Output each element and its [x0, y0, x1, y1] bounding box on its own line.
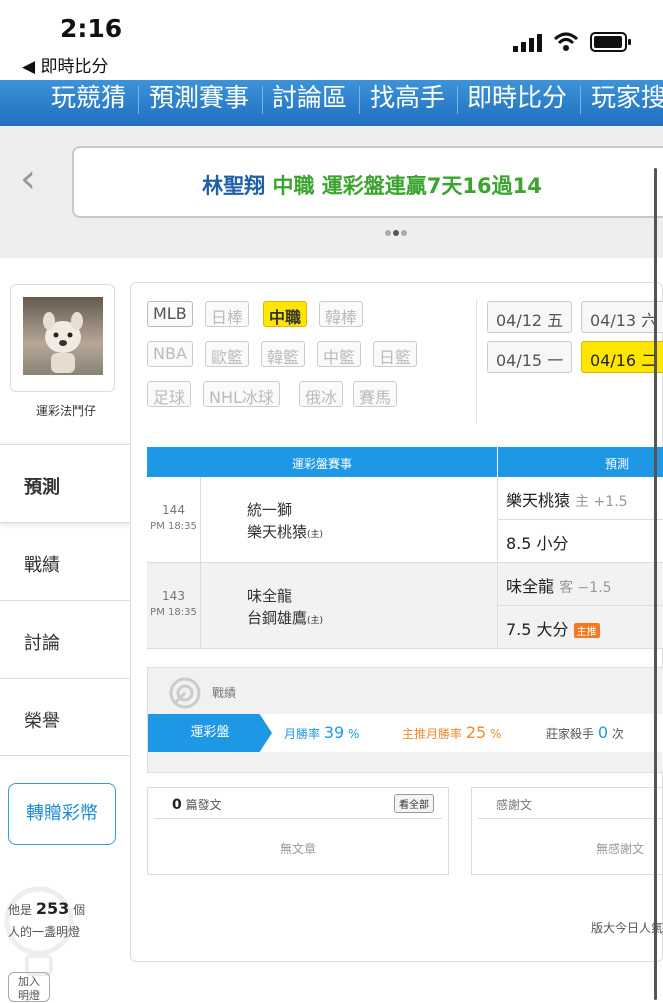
avatar[interactable]	[23, 297, 103, 375]
date-0416[interactable]: 04/16 二	[581, 341, 663, 373]
sport-tag-cpbl[interactable]: 中職	[263, 301, 308, 327]
nav-play-guess[interactable]: 玩競猜	[51, 80, 126, 114]
battery-icon	[590, 32, 632, 56]
record-panel: 戰績 運彩盤 月勝率 39 % 主推月勝率 25 % 莊家殺手 0 次	[147, 667, 663, 773]
menu-discuss[interactable]: 討論	[0, 600, 130, 678]
menu-predict[interactable]: 預測	[0, 444, 130, 522]
sport-tag-npb[interactable]: 日棒	[205, 301, 250, 327]
date-0413[interactable]: 04/13 六	[581, 301, 663, 333]
join-lamp-button[interactable]: 加入 明燈	[8, 972, 50, 1002]
header-games: 運彩盤賽事	[292, 457, 353, 471]
prediction-spread[interactable]: 味全龍 客 −1.5	[497, 563, 663, 606]
game-number-cell: 144 PM 18:35	[147, 477, 201, 563]
carousel-prev-icon[interactable]: ‹	[20, 156, 36, 202]
nav-predict-games[interactable]: 預測賽事	[149, 80, 249, 114]
back-to-app-link[interactable]: ◀ 即時比分	[22, 52, 108, 77]
record-tabs: 運彩盤 月勝率 39 % 主推月勝率 25 % 莊家殺手 0 次	[148, 714, 663, 752]
view-all-button[interactable]: 看全部	[394, 794, 434, 813]
sport-tag-horse-racing[interactable]: 賽馬	[353, 381, 398, 407]
gift-coins-button[interactable]: 轉贈彩幣	[8, 783, 116, 845]
wifi-icon	[553, 32, 579, 56]
nav-find-experts[interactable]: 找高手	[370, 80, 445, 114]
sport-tag-kbo[interactable]: 韓棒	[319, 301, 364, 327]
banner-name: 林聖翔	[202, 174, 266, 198]
sport-tag-japan-basketball[interactable]: 日籃	[373, 341, 418, 367]
profile-sidebar: 運彩法鬥仔 預測 戰績 討論 榮譽 轉贈彩幣 他是 253 個 人的一盞明燈 加…	[0, 258, 132, 1002]
prediction-spread[interactable]: 樂天桃猿 主 +1.5	[497, 477, 663, 520]
menu-label: 戰績	[24, 555, 60, 576]
game-number-cell: 143 PM 18:35	[147, 563, 201, 649]
prediction-total[interactable]: 7.5 大分 主推	[497, 606, 663, 649]
clock: 2:16	[60, 14, 123, 43]
sport-tag-nhl[interactable]: NHL冰球	[203, 381, 280, 407]
posts-empty: 無文章	[279, 842, 316, 856]
game-teams: 統一獅 樂天桃猿(主)	[247, 501, 324, 541]
banner-text: 運彩盤連贏7天16過14	[321, 174, 542, 198]
house-killer-count: 莊家殺手 0 次	[546, 723, 624, 742]
nav-forum[interactable]: 討論區	[272, 80, 347, 114]
target-icon	[168, 676, 202, 714]
games-table-header: 運彩盤賽事 預測	[147, 447, 663, 477]
sport-tag-russia-hockey[interactable]: 俄冰	[299, 381, 344, 407]
table-row: 143 PM 18:35 味全龍 台鋼雄鷹(主) 味全龍 客 −1.5 7.5 …	[147, 563, 663, 649]
game-teams: 味全龍 台鋼雄鷹(主)	[247, 587, 324, 627]
lamp-number: 253	[35, 899, 70, 918]
avatar-frame	[10, 284, 115, 392]
sport-tag-soccer[interactable]: 足球	[147, 381, 192, 407]
header-prediction: 預測	[605, 457, 630, 471]
signal-icon	[513, 34, 543, 56]
prediction-total[interactable]: 8.5 小分	[497, 520, 663, 563]
featured-badge: 主推	[573, 623, 600, 638]
date-0412[interactable]: 04/12 五	[487, 301, 573, 333]
date-0415[interactable]: 04/15 一	[487, 341, 573, 373]
sport-tag-mlb[interactable]: MLB	[147, 301, 193, 327]
posts-box: 0 篇發文 看全部 無文章	[147, 787, 449, 875]
nav-live-scores[interactable]: 即時比分	[467, 80, 567, 114]
banner-headline: 林聖翔 中職 運彩盤連贏7天16過14	[74, 170, 663, 200]
thanks-label: 感謝文	[496, 798, 533, 812]
popularity-label: 版大今日人氣	[591, 921, 663, 935]
sport-tag-nba[interactable]: NBA	[147, 341, 193, 367]
sport-tag-euro-basketball[interactable]: 歐籃	[205, 341, 250, 367]
posts-count: 0 篇發文	[172, 797, 222, 813]
menu-honor[interactable]: 榮譽	[0, 678, 130, 756]
tab-sports-lottery[interactable]: 運彩盤	[148, 714, 272, 752]
scrollbar[interactable]	[654, 168, 657, 1000]
sport-tag-china-basketball[interactable]: 中籃	[317, 341, 362, 367]
monthly-win-rate: 月勝率 39 %	[284, 723, 360, 742]
thanks-box: 感謝文 無感謝文	[471, 787, 663, 875]
menu-label: 預測	[24, 477, 60, 498]
nav-player-search[interactable]: 玩家搜	[591, 80, 663, 114]
sport-tag-korea-basketball[interactable]: 韓籃	[261, 341, 306, 367]
table-row: 144 PM 18:35 統一獅 樂天桃猿(主) 樂天桃猿 主 +1.5 8.5…	[147, 477, 663, 563]
lamp-count: 他是 253 個 人的一盞明燈	[8, 899, 86, 939]
status-bar: 2:16 ◀ 即時比分	[0, 0, 663, 80]
menu-record[interactable]: 戰績	[0, 522, 130, 600]
menu-label: 榮譽	[24, 711, 60, 732]
username: 運彩法鬥仔	[35, 404, 96, 418]
banner-area: ‹ 林聖翔 中職 運彩盤連贏7天16過14	[0, 126, 663, 258]
prediction-panel: MLB 日棒 中職 韓棒 NBA 歐籃 韓籃 中籃 日籃 足球 NHL冰球 俄冰…	[130, 282, 663, 962]
banner-league: 中職	[272, 174, 315, 198]
carousel-dots	[384, 221, 408, 240]
record-title: 戰績	[212, 686, 237, 700]
top-navigation: 玩競猜 預測賽事 討論區 找高手 即時比分 玩家搜	[0, 80, 663, 126]
featured-win-rate: 主推月勝率 25 %	[402, 723, 502, 742]
banner-carousel[interactable]: 林聖翔 中職 運彩盤連贏7天16過14	[72, 146, 663, 218]
thanks-empty: 無感謝文	[596, 842, 645, 856]
menu-label: 討論	[24, 633, 60, 654]
